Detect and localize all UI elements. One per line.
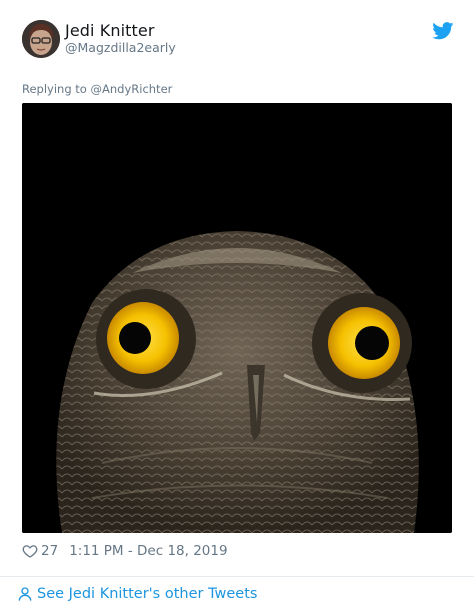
author-name[interactable]: Jedi Knitter [65,21,155,40]
replying-to-line: Replying to @AndyRichter [22,82,172,96]
avatar[interactable] [22,20,60,58]
author-handle[interactable]: @Magzdilla2early [65,40,176,55]
divider [0,576,474,577]
tweet-meta: 27 1:11 PM - Dec 18, 2019 [22,541,228,561]
replying-to-mention[interactable]: @AndyRichter [91,82,173,96]
person-icon [18,587,32,601]
tweet-photo[interactable] [22,103,452,533]
twitter-bird-icon[interactable] [432,22,454,40]
heart-outline-icon[interactable] [22,543,38,559]
embedded-tweet-card: Jedi Knitter @Magzdilla2early Replying t… [0,0,474,610]
see-other-tweets-label[interactable]: See Jedi Knitter's other Tweets [37,586,257,602]
replying-prefix: Replying to [22,82,87,96]
see-other-tweets-link[interactable]: See Jedi Knitter's other Tweets [17,584,257,604]
like-count[interactable]: 27 [41,543,58,559]
tweet-timestamp[interactable]: 1:11 PM - Dec 18, 2019 [69,543,227,559]
